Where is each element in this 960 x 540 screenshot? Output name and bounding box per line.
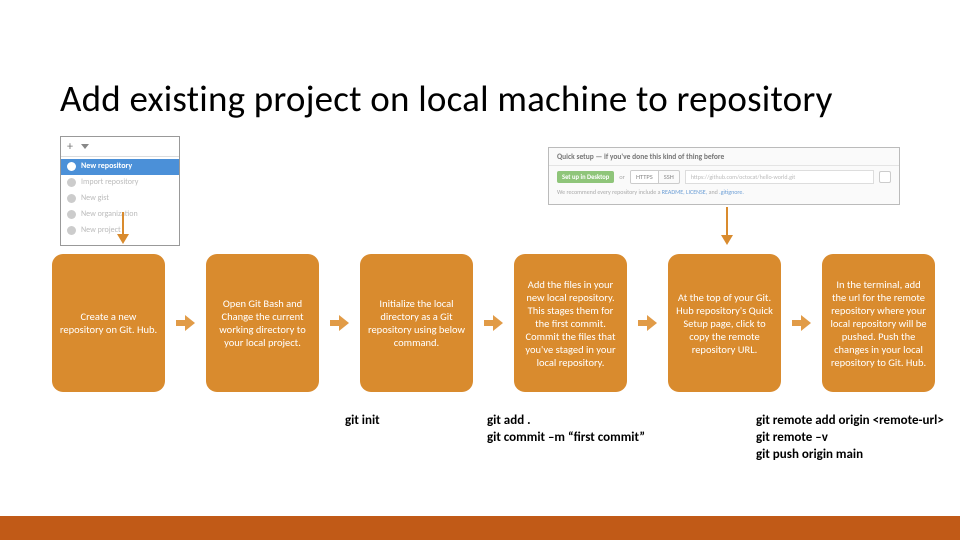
arrow-right-icon bbox=[330, 315, 349, 331]
gist-icon bbox=[67, 194, 76, 203]
project-icon bbox=[67, 226, 76, 235]
org-icon bbox=[67, 210, 76, 219]
menu-header: + bbox=[61, 137, 179, 157]
quick-setup-controls: Set up in Desktop or HTTPSSSH https://gi… bbox=[549, 166, 899, 188]
menu-item-gist: New gist bbox=[61, 191, 179, 207]
or-label: or bbox=[619, 173, 625, 181]
arrow-right-icon bbox=[176, 315, 195, 331]
menu-item-new-repo: New repository bbox=[61, 159, 179, 175]
repo-url-field: https://github.com/octocat/hello-world.g… bbox=[685, 170, 874, 184]
arrow-down-icon bbox=[720, 207, 733, 245]
step-6: In the terminal, add the url for the rem… bbox=[822, 254, 935, 392]
quick-setup-screenshot: Quick setup — if you've done this kind o… bbox=[548, 147, 900, 205]
arrow-right-icon bbox=[792, 315, 811, 331]
quick-setup-heading: Quick setup — if you've done this kind o… bbox=[549, 148, 899, 166]
quick-setup-note: We recommend every repository include a … bbox=[549, 188, 899, 199]
process-flow: Create a new repository on Git. Hub. Ope… bbox=[52, 254, 935, 392]
step-5: At the top of your Git. Hub repository's… bbox=[668, 254, 781, 392]
setup-desktop-button: Set up in Desktop bbox=[557, 171, 614, 183]
step-4: Add the files in your new local reposito… bbox=[514, 254, 627, 392]
menu-item-import: Import repository bbox=[61, 175, 179, 191]
footer-bar bbox=[0, 516, 960, 540]
arrow-right-icon bbox=[484, 315, 503, 331]
step-3: Initialize the local directory as a Git … bbox=[360, 254, 473, 392]
cmd-git-remote-push: git remote add origin <remote-url> git r… bbox=[756, 412, 944, 463]
protocol-toggle: HTTPSSSH bbox=[630, 170, 680, 184]
slide-title: Add existing project on local machine to… bbox=[60, 76, 833, 121]
cmd-git-init: git init bbox=[345, 412, 380, 429]
plus-icon: + bbox=[67, 142, 77, 152]
caret-down-icon bbox=[81, 144, 89, 149]
repo-icon bbox=[67, 162, 76, 171]
copy-icon bbox=[879, 171, 891, 183]
step-2: Open Git Bash and Change the current wor… bbox=[206, 254, 319, 392]
cmd-git-add-commit: git add . git commit –m “first commit” bbox=[487, 412, 645, 446]
import-icon bbox=[67, 178, 76, 187]
arrow-right-icon bbox=[638, 315, 657, 331]
step-1: Create a new repository on Git. Hub. bbox=[52, 254, 165, 392]
arrow-down-icon bbox=[116, 212, 129, 244]
